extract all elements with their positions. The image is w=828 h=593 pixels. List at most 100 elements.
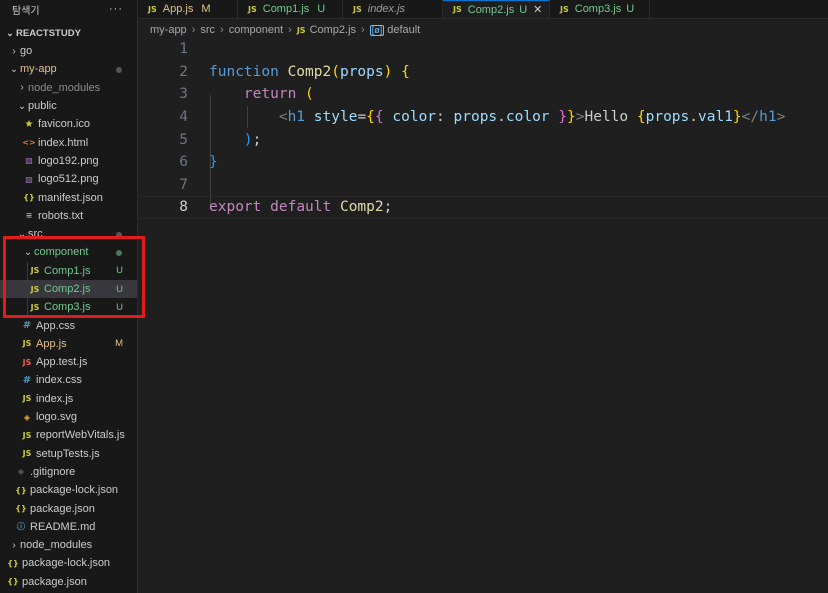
tree-folder-go[interactable]: › go	[0, 42, 137, 60]
tree-item-label: logo512.png	[38, 173, 99, 186]
tree-file-index-css[interactable]: # index.css	[0, 371, 137, 389]
line-number: 7	[179, 176, 188, 193]
chevron-down-icon: ⌄	[6, 27, 14, 38]
js-file-icon: JS	[560, 4, 569, 14]
tree-file-root-package-lock[interactable]: {} package-lock.json	[0, 554, 137, 572]
chevron-right-icon: ›	[20, 82, 24, 94]
tree-folder-node-modules[interactable]: › node_modules	[0, 79, 137, 97]
tree-file-app-js[interactable]: JS App.js M	[0, 335, 137, 353]
tree-file-app-test[interactable]: JS App.test.js	[0, 353, 137, 371]
tree-file-index-js[interactable]: JS index.js	[0, 390, 137, 408]
code-editor[interactable]: 1 2 function Comp2(props) { 3 return ( 4…	[138, 38, 828, 593]
tab-comp1-js[interactable]: JS Comp1.js U	[238, 0, 343, 18]
json-file-icon: {}	[15, 485, 27, 495]
tree-file-logo192[interactable]: ▨ logo192.png	[0, 152, 137, 170]
tree-file-app-css[interactable]: # App.css	[0, 316, 137, 334]
tree-folder-src[interactable]: ⌄ src	[0, 225, 137, 243]
editor-tab-bar: JS App.js M JS Comp1.js U JS index.js JS…	[138, 0, 828, 19]
indent-guide	[27, 298, 28, 317]
tree-file-robots[interactable]: ≡ robots.txt	[0, 207, 137, 225]
breadcrumb-item[interactable]: Comp2.js	[310, 24, 356, 36]
line-number: 6	[179, 154, 188, 171]
line-number: 5	[179, 131, 188, 148]
modified-dot-icon	[116, 231, 122, 238]
tree-file-comp1[interactable]: JS Comp1.js U	[0, 261, 137, 280]
js-file-icon: JS	[30, 266, 40, 276]
tree-file-readme[interactable]: ⓘ README.md	[0, 518, 137, 536]
js-file-icon: JS	[353, 4, 362, 14]
close-icon[interactable]: ✕	[533, 3, 542, 16]
tab-label: Comp2.js	[467, 3, 515, 16]
tree-file-setup-tests[interactable]: JS setupTests.js	[0, 445, 137, 463]
explorer-sidebar: 탐색기 ··· ⌄ REACTSTUDY › go ⌄ my-app › nod…	[0, 0, 138, 593]
css-file-icon: #	[22, 320, 32, 332]
tree-folder-my-app[interactable]: ⌄ my-app	[0, 60, 137, 78]
line-number: 1	[179, 41, 188, 58]
tab-comp3-js[interactable]: JS Comp3.js U	[550, 0, 650, 18]
code-line: 3 return (	[138, 83, 828, 106]
html-file-icon: <>	[22, 138, 36, 148]
js-file-icon: JS	[296, 25, 306, 35]
project-name: REACTSTUDY	[16, 27, 81, 39]
tab-app-js[interactable]: JS App.js M	[138, 0, 238, 18]
tree-file-gitignore[interactable]: ◆ .gitignore	[0, 463, 137, 481]
breadcrumb-item[interactable]: my-app	[150, 24, 187, 36]
tree-folder-component[interactable]: ⌄ component	[0, 243, 137, 261]
tree-item-label: reportWebVitals.js	[36, 429, 125, 442]
breadcrumb-item[interactable]: src	[200, 24, 215, 36]
tree-file-logo-svg[interactable]: ◈ logo.svg	[0, 408, 137, 426]
chevron-down-icon: ⌄	[17, 100, 27, 112]
js-file-icon: JS	[30, 302, 40, 312]
tab-status: M	[201, 3, 211, 15]
tree-folder-root-node-modules[interactable]: › node_modules	[0, 536, 137, 554]
tree-file-logo512[interactable]: ▨ logo512.png	[0, 170, 137, 188]
js-file-icon: JS	[248, 4, 257, 14]
json-file-icon: {}	[7, 558, 19, 568]
tree-item-label: favicon.ico	[38, 118, 90, 131]
tab-label: App.js	[162, 3, 194, 15]
js-file-icon: JS	[148, 4, 157, 14]
tree-file-index-html[interactable]: <> index.html	[0, 133, 137, 151]
svg-file-icon: ◈	[23, 412, 31, 422]
tree-file-comp3[interactable]: JS Comp3.js U	[0, 298, 137, 317]
js-file-icon: JS	[453, 5, 462, 14]
tree-item-label: .gitignore	[30, 465, 76, 478]
tree-file-root-package[interactable]: {} package.json	[0, 573, 137, 591]
info-file-icon: ⓘ	[17, 522, 25, 532]
chevron-right-icon: ›	[288, 24, 292, 36]
tab-status: U	[317, 3, 326, 15]
tree-file-favicon[interactable]: ★ favicon.ico	[0, 115, 137, 133]
tree-file-manifest[interactable]: {} manifest.json	[0, 188, 137, 206]
tree-item-label: README.md	[30, 520, 96, 533]
code-text: function Comp2(props) {	[209, 63, 410, 80]
tree-item-label: Comp3.js	[44, 301, 91, 314]
tree-file-report-web-vitals[interactable]: JS reportWebVitals.js	[0, 426, 137, 444]
tab-comp2-js[interactable]: JS Comp2.js U ✕	[443, 0, 550, 18]
tree-item-label: node_modules	[28, 81, 101, 94]
tab-label: Comp3.js	[574, 3, 622, 15]
test-js-file-icon: JS	[22, 357, 32, 367]
breadcrumb-item[interactable]: default	[387, 24, 420, 36]
line-number: 3	[179, 86, 188, 103]
tree-item-label: App.test.js	[36, 356, 88, 369]
tab-index-js[interactable]: JS index.js	[343, 0, 443, 18]
more-actions-icon[interactable]: ···	[109, 3, 123, 15]
tree-file-comp2[interactable]: JS Comp2.js U	[0, 279, 137, 299]
tree-item-label: package.json	[30, 502, 95, 515]
breadcrumb-item[interactable]: component	[229, 24, 283, 36]
indent-guide	[27, 279, 28, 299]
line-number: 2	[179, 63, 188, 80]
tree-item-label: Comp1.js	[44, 264, 91, 277]
tree-folder-public[interactable]: ⌄ public	[0, 97, 137, 115]
git-status-badge: U	[116, 301, 123, 313]
code-line: 5 );	[138, 128, 828, 151]
tree-item-label: package-lock.json	[30, 484, 119, 497]
tree-file-package-lock[interactable]: {} package-lock.json	[0, 481, 137, 499]
js-file-icon: JS	[22, 339, 32, 349]
tree-item-label: node_modules	[20, 539, 93, 552]
tree-file-package[interactable]: {} package.json	[0, 499, 137, 517]
indent-guide	[27, 261, 28, 280]
js-file-icon: JS	[30, 284, 40, 294]
project-root[interactable]: ⌄ REACTSTUDY	[0, 24, 137, 42]
chevron-down-icon: ⌄	[23, 246, 33, 258]
